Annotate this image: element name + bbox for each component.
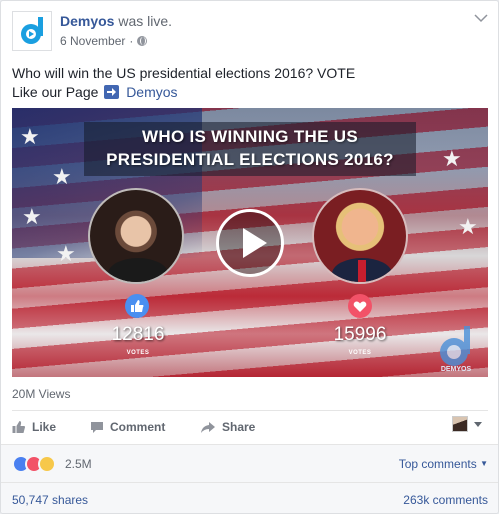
watermark-text: DEMYOS <box>440 366 472 373</box>
reactions-bar: 2.5M Top comments ▼ <box>1 444 498 482</box>
comment-icon <box>91 421 103 433</box>
candidate-right-photo <box>312 188 408 284</box>
right-vote-count: 15996 <box>333 324 387 345</box>
live-status-text: was live. <box>118 13 173 29</box>
share-icon <box>201 421 215 433</box>
facebook-post: Demyos was live. 6 November · Who will w… <box>0 0 499 514</box>
demyos-logo-icon <box>21 17 43 44</box>
share-button[interactable]: Share <box>200 420 255 434</box>
thumbs-up-icon <box>125 294 149 318</box>
top-comments-label: Top comments <box>398 457 477 471</box>
star-icon: ★ <box>52 164 72 189</box>
votes-label: VOTES <box>348 350 372 356</box>
video-player[interactable]: ★ ★ ★ ★ ★ ★ WHO IS WINNING THE US PRESID… <box>12 108 488 377</box>
top-comments-dropdown[interactable]: Top comments ▼ <box>399 457 488 471</box>
like-label: Like <box>32 420 57 434</box>
shares-count[interactable]: 50,747 shares <box>12 493 88 507</box>
candidate-tie <box>358 260 366 282</box>
post-date[interactable]: 6 November <box>60 33 125 49</box>
star-icon: ★ <box>56 241 76 266</box>
meta-separator: · <box>129 34 134 48</box>
comment-label: Comment <box>110 420 166 434</box>
post-meta: 6 November · <box>60 33 148 49</box>
candidate-left-photo <box>88 188 184 284</box>
arrow-right-icon <box>104 85 120 99</box>
chevron-down-icon[interactable] <box>474 13 488 23</box>
page-mention-link[interactable]: Demyos <box>126 84 177 100</box>
video-title-line: WHO IS WINNING THE US <box>142 127 358 146</box>
video-title: WHO IS WINNING THE US PRESIDENTIAL ELECT… <box>84 125 416 171</box>
post-author-line: Demyos was live. <box>60 12 172 30</box>
user-avatar-selector[interactable] <box>452 416 468 432</box>
like-page-prefix: Like our Page <box>12 84 99 100</box>
action-bar: Like Comment Share <box>12 410 488 443</box>
haha-reaction-icon <box>38 455 56 473</box>
globe-icon <box>137 36 148 46</box>
like-button[interactable]: Like <box>12 420 56 434</box>
page-avatar[interactable] <box>12 11 52 51</box>
thumbs-up-icon <box>12 421 26 433</box>
stats-bar: 50,747 shares 263k comments <box>1 482 498 513</box>
video-title-line: PRESIDENTIAL ELECTIONS 2016? <box>106 150 394 169</box>
votes-label: VOTES <box>126 350 150 356</box>
post-header: Demyos was live. 6 November · <box>12 11 488 53</box>
candidate-suit <box>108 258 168 282</box>
reaction-icons[interactable] <box>12 455 62 473</box>
left-vote-count: 12816 <box>111 324 165 345</box>
heart-icon <box>348 294 372 318</box>
view-count: 20M Views <box>12 387 71 401</box>
caret-down-icon[interactable] <box>474 422 482 427</box>
page-name-link[interactable]: Demyos <box>60 13 114 29</box>
caret-down-icon: ▼ <box>480 459 488 468</box>
comment-button[interactable]: Comment <box>90 420 165 434</box>
star-icon: ★ <box>442 146 462 171</box>
post-text-line: Who will win the US presidential electio… <box>12 65 356 81</box>
post-text-line: Like our Page Demyos <box>12 83 355 102</box>
demyos-watermark-icon <box>440 326 470 366</box>
reaction-count[interactable]: 2.5M <box>65 457 92 471</box>
star-icon: ★ <box>458 214 478 239</box>
play-button[interactable] <box>216 209 284 277</box>
share-label: Share <box>222 420 256 434</box>
star-icon: ★ <box>22 204 42 229</box>
comments-count[interactable]: 263k comments <box>403 493 488 507</box>
star-icon: ★ <box>20 124 40 149</box>
post-text: Who will win the US presidential electio… <box>12 64 355 102</box>
